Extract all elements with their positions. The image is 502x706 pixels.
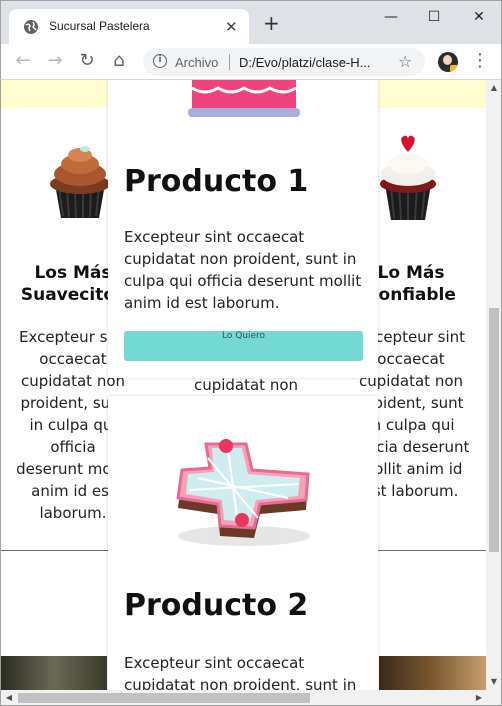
reload-button[interactable]: ↻ bbox=[75, 50, 99, 74]
browser-toolbar: ← → ↻ ⌂ i Archivo D:/Evo/platzi/clase-H.… bbox=[0, 44, 502, 80]
horizontal-scrollbar[interactable]: ◀ ▶ bbox=[0, 690, 502, 706]
forward-button[interactable]: → bbox=[43, 50, 67, 74]
product-description: Excepteur sint occaecat cupidatat non pr… bbox=[124, 654, 357, 690]
photo-left-image bbox=[1, 656, 107, 690]
horizontal-scroll-thumb[interactable] bbox=[18, 693, 310, 703]
avatar-face bbox=[443, 55, 452, 65]
scroll-up-icon[interactable]: ▲ bbox=[486, 80, 502, 96]
red-velvet-cupcake-image bbox=[380, 135, 436, 221]
avatar-badge bbox=[450, 65, 458, 72]
close-tab-icon[interactable]: ✕ bbox=[225, 18, 238, 36]
back-button[interactable]: ← bbox=[11, 50, 35, 74]
page-viewport[interactable]: Los Más Suavecitos Excepteur sint occaec… bbox=[0, 80, 486, 690]
vertical-scroll-thumb[interactable] bbox=[489, 308, 499, 552]
product-description: Excepteur sint occaecat cupidatat non pr… bbox=[124, 228, 362, 312]
scroll-left-icon[interactable]: ◀ bbox=[1, 690, 17, 706]
tab-title: Sucursal Pastelera bbox=[49, 19, 150, 33]
info-icon[interactable]: i bbox=[153, 54, 167, 68]
photo-right-image bbox=[379, 656, 486, 690]
maximize-button[interactable]: ☐ bbox=[412, 5, 456, 29]
lo-quiero-button[interactable]: Lo Quiero bbox=[124, 331, 363, 361]
browser-tab[interactable]: Sucursal Pastelera ✕ bbox=[9, 9, 249, 45]
address-bar[interactable]: i Archivo D:/Evo/platzi/clase-H... ☆ bbox=[143, 48, 425, 76]
scroll-right-icon[interactable]: ▶ bbox=[471, 690, 487, 706]
product-title: Producto 1 bbox=[124, 164, 309, 199]
product-card: Producto 1 Excepteur sint occaecat cupid… bbox=[108, 80, 378, 378]
globe-icon bbox=[24, 20, 38, 34]
close-window-button[interactable]: ✕ bbox=[457, 5, 501, 29]
new-tab-button[interactable]: + bbox=[263, 13, 280, 33]
home-button[interactable]: ⌂ bbox=[107, 50, 131, 74]
profile-avatar[interactable] bbox=[438, 52, 458, 72]
scroll-down-icon[interactable]: ▼ bbox=[486, 674, 502, 690]
behind-card-text: cupidatat non bbox=[193, 376, 299, 394]
pink-cake-image bbox=[188, 80, 300, 117]
product-card: Producto 2 Excepteur sint occaecat cupid… bbox=[108, 396, 378, 690]
cross-cake-image bbox=[176, 439, 310, 546]
url-text[interactable]: D:/Evo/platzi/clase-H... bbox=[239, 55, 389, 70]
product-title: Producto 2 bbox=[124, 588, 309, 623]
more-menu-icon[interactable]: ⋮ bbox=[471, 50, 489, 71]
bookmark-star-icon[interactable]: ☆ bbox=[398, 52, 412, 71]
minimize-button[interactable]: — bbox=[369, 5, 413, 29]
vertical-scrollbar[interactable]: ▲ ▼ bbox=[486, 80, 502, 690]
chocolate-cupcake-image bbox=[50, 146, 110, 219]
divider bbox=[229, 54, 230, 70]
scheme-label: Archivo bbox=[175, 55, 219, 70]
tab-strip: Sucursal Pastelera ✕ + — ☐ ✕ bbox=[0, 0, 502, 45]
